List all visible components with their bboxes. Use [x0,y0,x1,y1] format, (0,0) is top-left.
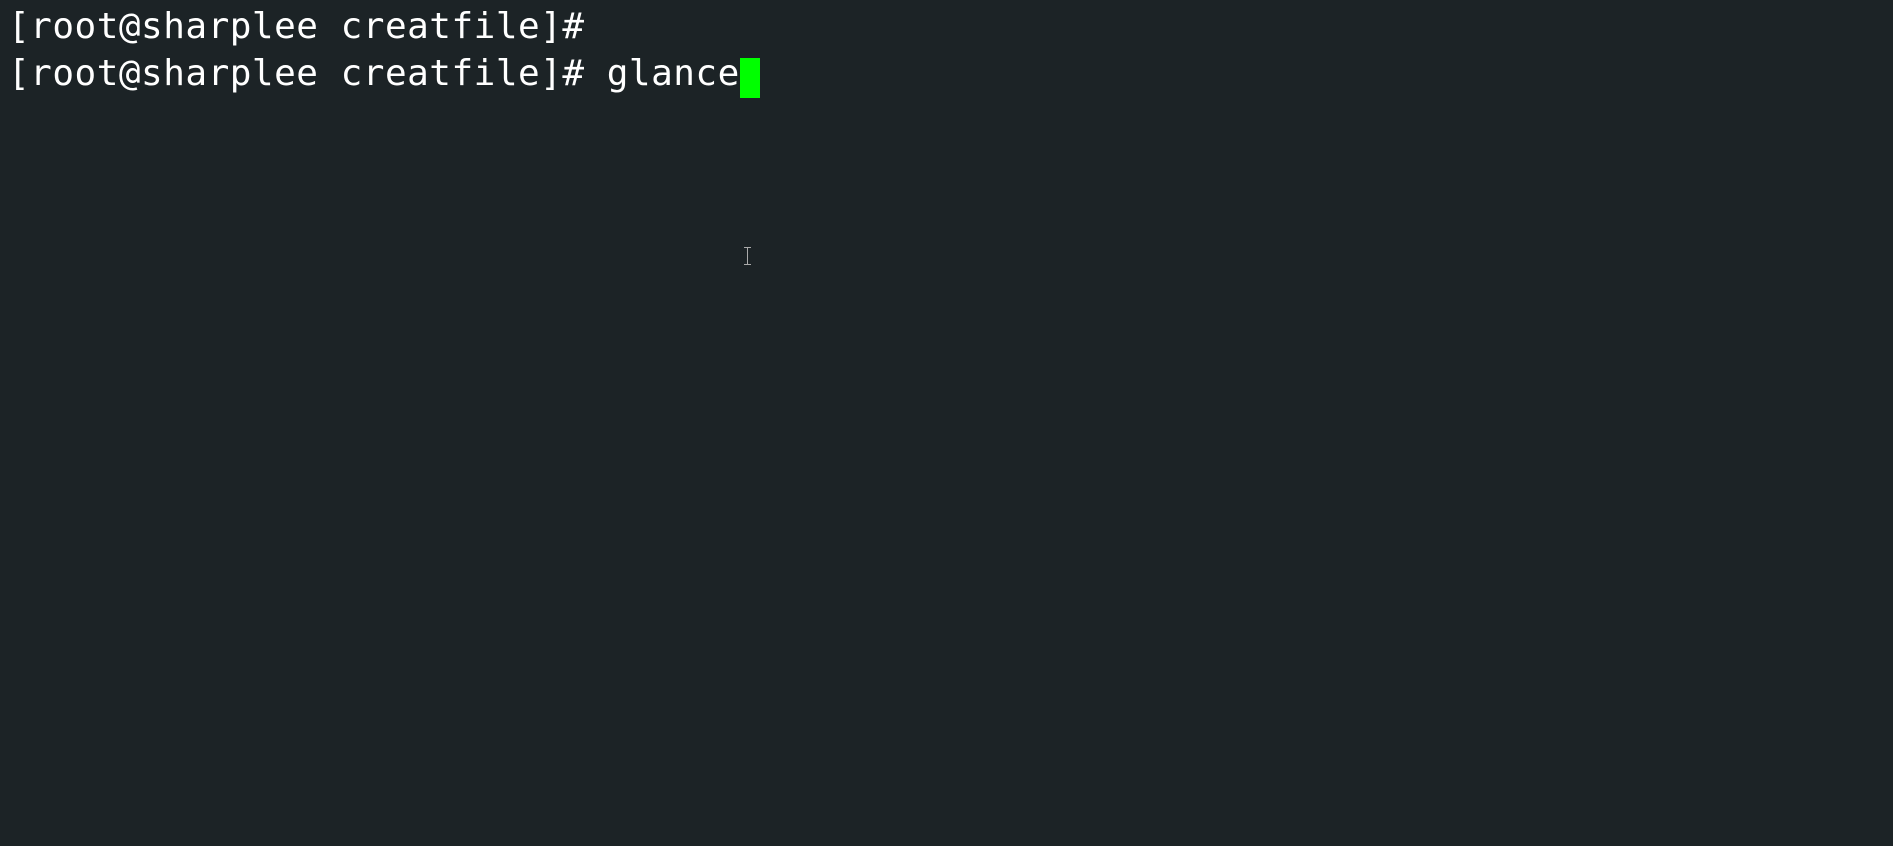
terminal-line-2[interactable]: [root@sharplee creatfile]# glance [8,51,1885,98]
command-text: glance [607,53,740,94]
shell-prompt: [root@sharplee creatfile]# [8,53,585,94]
text-cursor-icon [747,247,748,265]
shell-prompt: [root@sharplee creatfile]# [8,6,585,47]
terminal-cursor [740,58,760,98]
terminal-line-1[interactable]: [root@sharplee creatfile]# [8,4,1885,51]
